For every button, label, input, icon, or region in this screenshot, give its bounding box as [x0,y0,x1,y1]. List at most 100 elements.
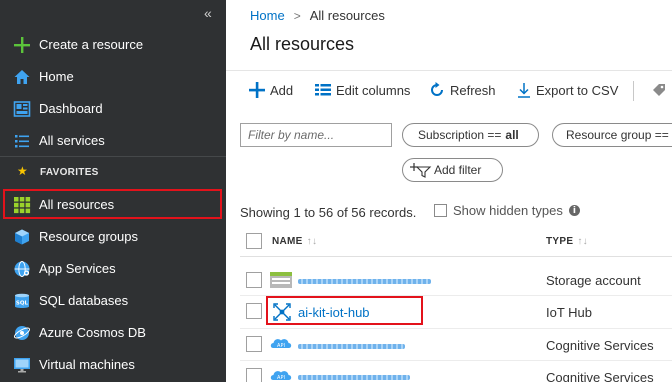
column-header-name-label: NAME [272,236,303,247]
edit-columns-button[interactable]: Edit columns [315,78,410,102]
tag-icon[interactable] [651,82,667,98]
resource-name-link[interactable]: ai-kit-iot-hub [298,305,370,320]
export-csv-button[interactable]: Export to CSV [517,78,618,102]
column-header-type[interactable]: TYPE ↑↓ [546,236,588,247]
sidebar-item-label: Dashboard [39,101,103,116]
sidebar-item-resource-groups[interactable]: Resource groups [0,221,226,253]
sidebar-item-label: All services [39,133,105,148]
cognitive-icon: API [270,339,292,349]
refresh-label: Refresh [450,82,496,98]
sidebar: « Create a resource Home Dashboard All s… [0,0,226,382]
records-count: Showing 1 to 56 of 56 records. [240,205,417,220]
add-filter-icon [410,163,432,178]
page-title: All resources [250,34,355,54]
toolbar: Add Edit columns Refresh Export to CSV [226,78,672,104]
cosmos-icon [13,326,31,340]
filter-by-name-input[interactable] [240,123,392,147]
add-button-label: Add [270,82,294,98]
sidebar-item-virtual-machines[interactable]: Virtual machines [0,349,226,381]
resource-type: IoT Hub [546,305,593,320]
plus-icon [249,82,265,98]
sidebar-item-app-services[interactable]: App Services [0,253,226,285]
sidebar-item-home[interactable]: Home [0,61,226,93]
table-header-divider [240,256,672,257]
row-checkbox[interactable] [246,368,262,382]
home-icon [14,70,30,84]
refresh-icon [431,82,443,96]
resource-group-filter-pill[interactable]: Resource group == [552,123,672,147]
breadcrumb-separator: > [293,9,301,23]
select-all-checkbox[interactable] [246,233,262,249]
toolbar-separator [633,81,634,101]
star-icon: ★ [17,164,28,178]
sidebar-divider [0,156,226,157]
row-divider [240,295,672,296]
column-header-name[interactable]: NAME ↑↓ [272,236,317,247]
redacted-resource-name[interactable] [298,344,405,349]
sidebar-item-label: Create a resource [39,37,144,52]
download-icon [518,83,530,98]
storage-icon [270,272,292,288]
grid-icon [14,197,31,214]
iot-hub-icon [273,303,291,321]
sidebar-item-label: SQL databases [39,293,129,308]
collapse-sidebar-icon[interactable]: « [204,5,212,21]
info-icon[interactable]: i [568,205,580,216]
sidebar-item-label: App Services [39,261,116,276]
redacted-resource-name[interactable] [298,375,410,380]
resource-type: Cognitive Services [546,338,654,353]
sidebar-item-label: Virtual machines [39,357,135,372]
export-csv-label: Export to CSV [536,82,619,98]
subscription-filter-label: Subscription == [418,128,502,142]
breadcrumb-current: All resources [309,8,385,23]
plus-icon [14,37,30,53]
sidebar-item-create-resource[interactable]: Create a resource [0,29,226,61]
add-filter-button[interactable]: Add filter [402,158,503,182]
breadcrumb-home-link[interactable]: Home [250,8,285,23]
column-header-type-label: TYPE [546,236,574,247]
favorites-label: FAVORITES [40,167,99,178]
add-button[interactable]: Add [249,78,293,102]
resource-type: Storage account [546,273,641,288]
show-hidden-types-toggle[interactable]: Show hidden types i [434,203,580,218]
resource-type: Cognitive Services [546,370,654,382]
row-checkbox[interactable] [246,336,262,352]
svg-text:API: API [277,375,285,381]
sidebar-item-sql-databases[interactable]: SQL SQL databases [0,285,226,317]
row-checkbox[interactable] [246,272,262,288]
row-divider [240,360,672,361]
cognitive-icon: API [270,371,292,381]
sidebar-item-label: Resource groups [39,229,138,244]
list-icon [15,135,29,148]
resource-group-filter-label: Resource group == [566,128,669,142]
main-panel: Home > All resources All resources Add Edi… [226,0,672,382]
sql-icon: SQL [15,293,29,308]
svg-text:API: API [277,343,285,349]
refresh-button[interactable]: Refresh [429,78,496,102]
sort-icon: ↑↓ [577,236,588,247]
subscription-filter-pill[interactable]: Subscription == all [402,123,539,147]
columns-icon [315,84,331,96]
sidebar-item-dashboard[interactable]: Dashboard [0,93,226,125]
sidebar-item-label: Azure Cosmos DB [39,325,146,340]
subscription-filter-value: all [505,128,519,142]
redacted-resource-name[interactable] [298,279,431,284]
show-hidden-types-label: Show hidden types [453,203,563,218]
sidebar-item-all-services[interactable]: All services [0,125,226,157]
cube-icon [15,229,29,245]
monitor-icon [14,358,30,373]
sidebar-item-label: All resources [39,197,115,212]
header-divider [226,70,672,71]
globe-icon [14,261,30,277]
sort-icon: ↑↓ [306,236,318,247]
sidebar-item-label: Home [39,69,74,84]
sidebar-item-azure-cosmos-db[interactable]: Azure Cosmos DB [0,317,226,349]
show-hidden-types-checkbox[interactable] [434,204,447,217]
breadcrumb: Home > All resources [250,8,385,23]
sidebar-item-all-resources[interactable]: All resources [0,189,226,221]
svg-text:SQL: SQL [16,301,29,307]
favorites-header: ★ FAVORITES [0,164,226,182]
row-checkbox[interactable] [246,303,262,319]
add-filter-label: Add filter [434,163,482,177]
row-divider [240,328,672,329]
